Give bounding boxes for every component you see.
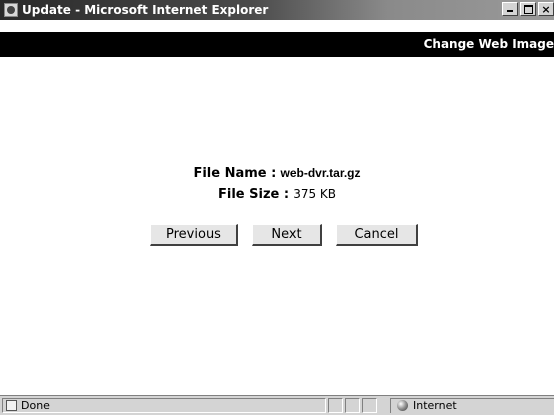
file-name-value: web-dvr.tar.gz — [280, 166, 361, 180]
page-title: Change Web Image — [423, 37, 554, 51]
file-name-row: File Name : web-dvr.tar.gz — [0, 163, 554, 184]
status-text: Done — [21, 399, 50, 412]
file-size-label: File Size : — [217, 187, 290, 202]
maximize-button[interactable] — [520, 2, 536, 16]
ie-page-icon — [4, 3, 18, 17]
previous-button[interactable]: Previous — [150, 224, 238, 246]
status-panel: Done — [2, 398, 326, 413]
file-info: File Name : web-dvr.tar.gz File Size : 3… — [0, 163, 554, 205]
title-bar[interactable]: Update - Microsoft Internet Explorer × — [0, 0, 554, 20]
close-button[interactable]: × — [538, 2, 554, 16]
page-header: Change Web Image — [0, 32, 554, 57]
file-size-row: File Size : 375 KB — [0, 184, 554, 205]
next-button[interactable]: Next — [252, 224, 322, 246]
minimize-button[interactable] — [502, 2, 518, 16]
window-title: Update - Microsoft Internet Explorer — [22, 3, 269, 17]
file-name-label: File Name : — [193, 166, 277, 181]
button-row: Previous Next Cancel — [150, 224, 418, 246]
cancel-button[interactable]: Cancel — [336, 224, 418, 246]
security-zone: Internet — [390, 398, 554, 413]
status-cell — [362, 398, 377, 413]
status-bar: Done Internet — [0, 395, 554, 415]
status-cell — [328, 398, 343, 413]
status-cell — [345, 398, 360, 413]
zone-text: Internet — [413, 399, 457, 412]
globe-icon — [397, 400, 408, 411]
file-size-value: 375 KB — [293, 187, 337, 201]
page-icon — [6, 400, 17, 411]
browser-window: Update - Microsoft Internet Explorer × C… — [0, 0, 554, 415]
window-controls: × — [500, 2, 554, 18]
